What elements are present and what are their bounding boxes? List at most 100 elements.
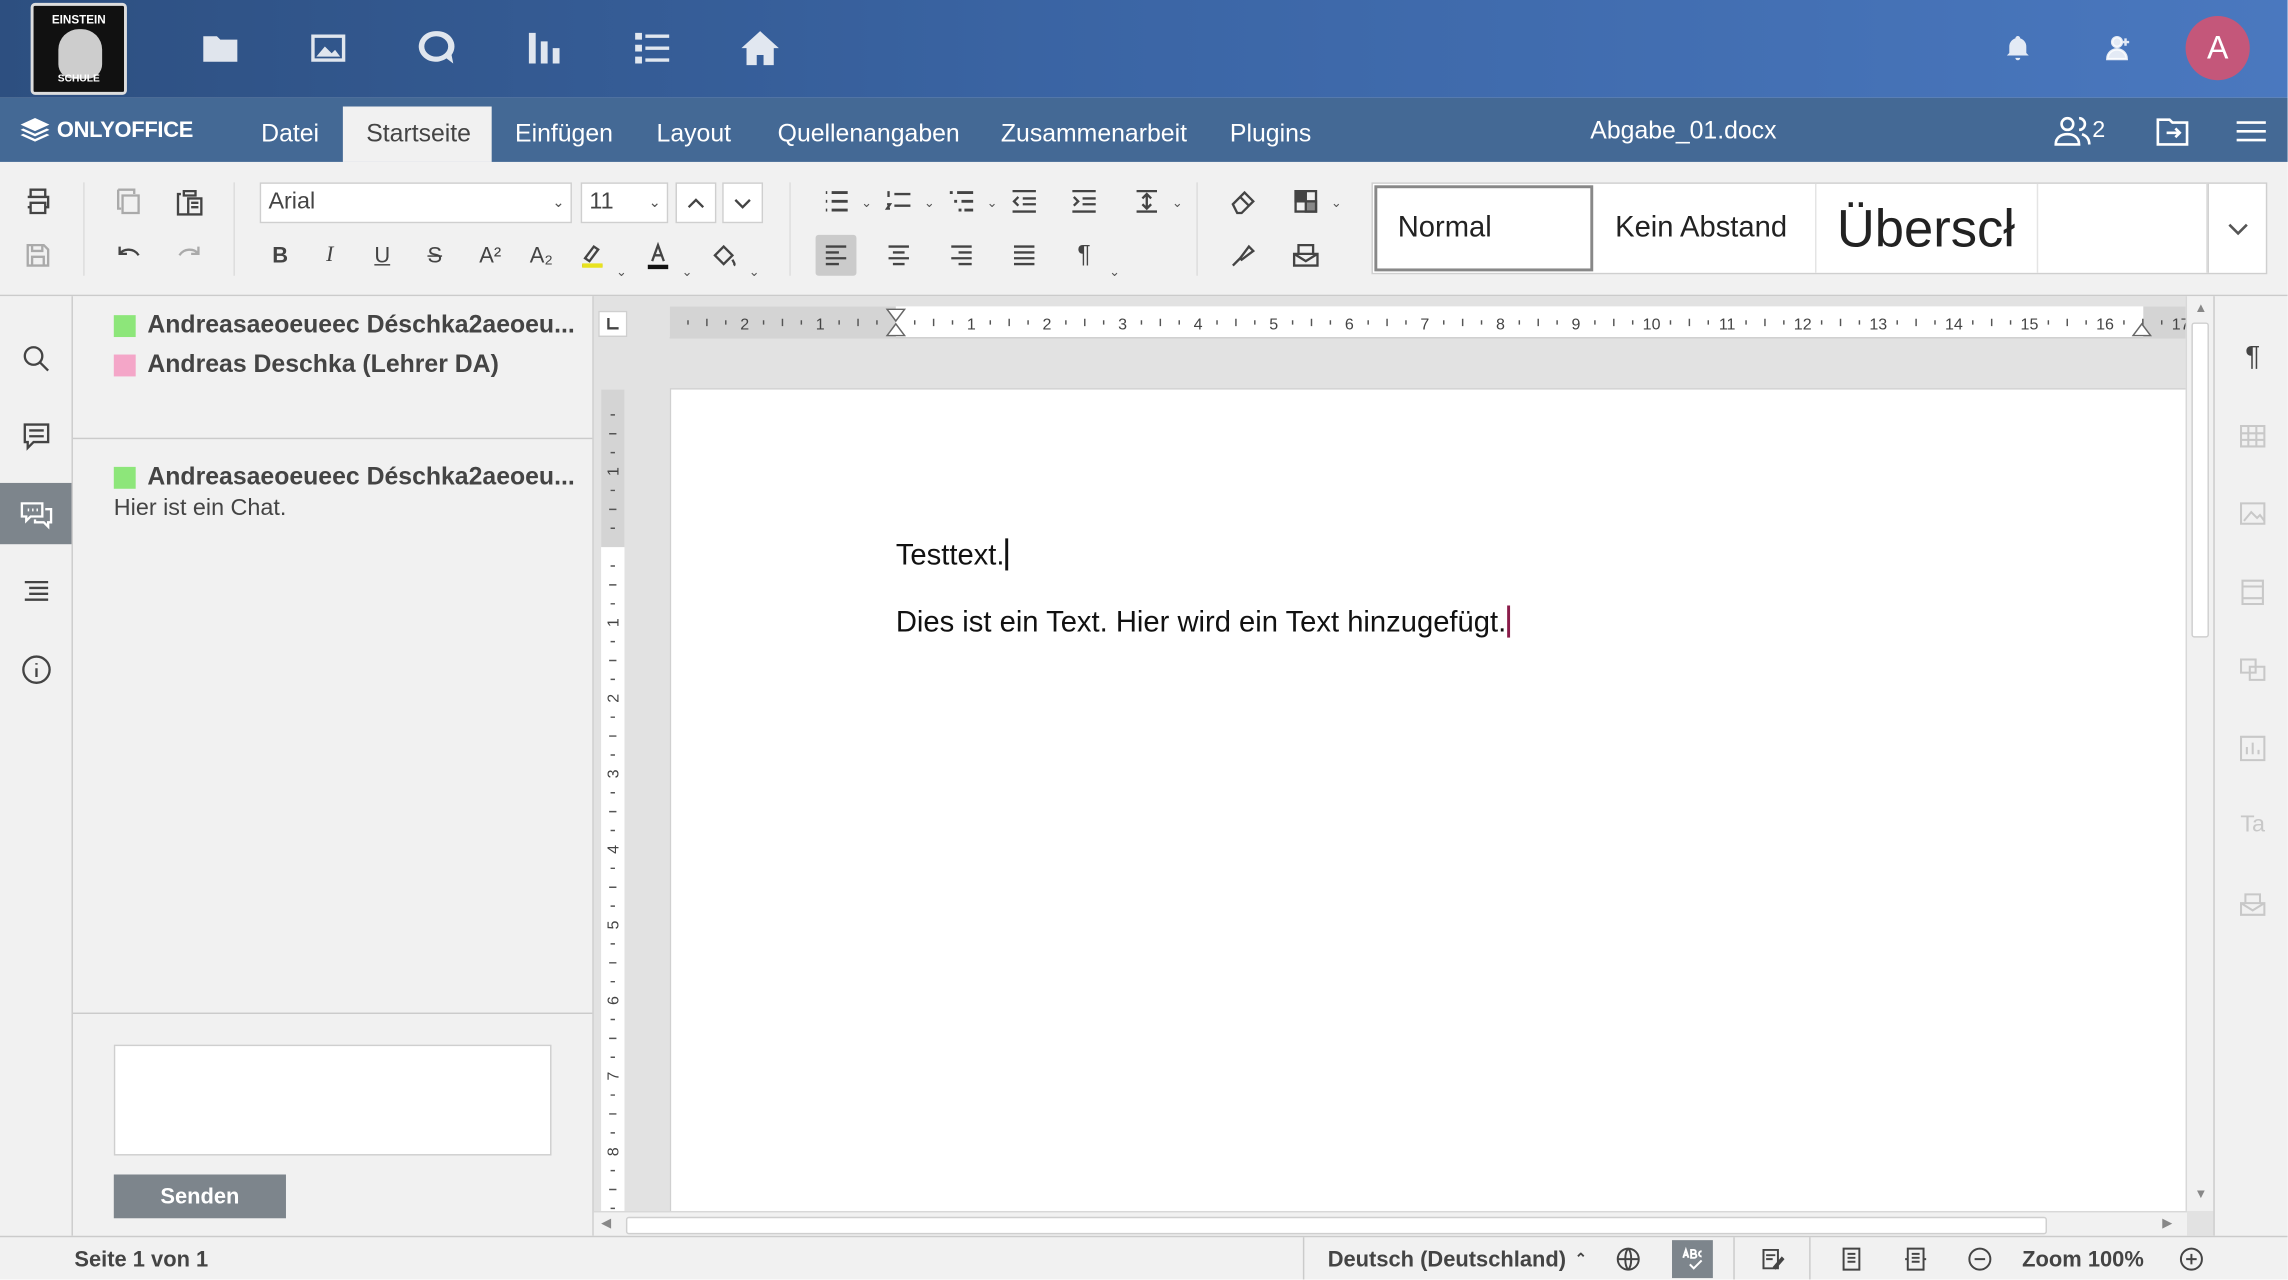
horizontal-ruler[interactable]: 211234567891011121314151617 [669, 306, 2188, 339]
tab-stop-selector[interactable] [598, 310, 628, 338]
highlight-color-button[interactable] [572, 235, 613, 276]
paragraph[interactable]: Dies ist ein Text. Hier wird ein Text hi… [896, 605, 1511, 640]
language-selector[interactable]: Deutsch (Deutschland) ⌃ [1328, 1237, 1587, 1279]
font-color-button[interactable] [638, 235, 679, 276]
tab-plugins[interactable]: Plugins [1207, 107, 1335, 162]
redo-button[interactable] [169, 235, 210, 276]
search-button[interactable] [0, 328, 71, 389]
align-right-button[interactable] [941, 235, 982, 276]
chevron-down-icon[interactable]: ⌄ [614, 263, 629, 279]
textart-settings-button[interactable]: Ta [2229, 802, 2276, 849]
bold-button[interactable]: B [260, 235, 301, 276]
style-empty-slot[interactable] [2038, 183, 2208, 273]
decrease-indent-button[interactable] [1004, 181, 1045, 222]
chevron-down-icon[interactable]: ⌄ [1107, 263, 1122, 279]
color-scheme-button[interactable] [1285, 181, 1326, 222]
clear-style-button[interactable] [1223, 181, 1264, 222]
bar-chart-icon[interactable] [522, 25, 566, 72]
style-kein-abstand[interactable]: Kein Abstand [1595, 183, 1817, 273]
paste-button[interactable] [169, 181, 210, 222]
spellcheck-toggle[interactable] [1672, 1240, 1713, 1279]
user-avatar[interactable]: A [2185, 16, 2250, 81]
print-button[interactable] [18, 181, 59, 222]
scroll-left-arrow-icon[interactable]: ◀ [601, 1215, 611, 1231]
style-gallery-expand-button[interactable] [2207, 183, 2265, 273]
align-left-button[interactable] [815, 234, 857, 276]
justify-button[interactable] [1004, 235, 1045, 276]
chevron-down-icon[interactable]: ⌄ [680, 263, 695, 279]
bell-icon[interactable] [1994, 25, 2041, 72]
font-family-select[interactable]: Arial ⌄ [259, 182, 572, 224]
paragraph[interactable]: Testtext. [896, 538, 1009, 573]
tab-startseite[interactable]: Startseite [342, 106, 492, 162]
chevron-down-icon[interactable]: ⌄ [922, 195, 937, 211]
scroll-thumb[interactable] [2191, 322, 2209, 638]
send-button[interactable]: Senden [113, 1174, 286, 1219]
tab-einfuegen[interactable]: Einfügen [492, 107, 637, 162]
page-info[interactable]: Seite 1 von 1 [74, 1237, 208, 1279]
numbered-list-button[interactable] [878, 181, 919, 222]
chevron-down-icon[interactable]: ⌄ [747, 263, 762, 279]
document-page[interactable]: Testtext. Dies ist ein Text. Hier wird e… [669, 388, 2188, 1235]
zoom-in-button[interactable] [2174, 1243, 2209, 1275]
mail-merge-settings-button[interactable] [2229, 881, 2276, 928]
chart-settings-button[interactable] [2229, 725, 2276, 772]
chevron-down-icon[interactable]: ⌄ [1170, 195, 1185, 211]
chevron-down-icon[interactable]: ⌄ [985, 195, 1000, 211]
document-language-button[interactable] [1611, 1243, 1646, 1275]
school-logo[interactable]: EINSTEIN SCHULE [30, 2, 127, 95]
scroll-up-arrow-icon[interactable]: ▲ [2194, 301, 2207, 316]
increase-font-button[interactable] [675, 182, 717, 224]
scroll-down-arrow-icon[interactable]: ▼ [2194, 1186, 2207, 1201]
chevron-down-icon[interactable]: ⌄ [1329, 195, 1344, 211]
table-settings-button[interactable] [2229, 413, 2276, 460]
shape-settings-button[interactable] [2229, 646, 2276, 693]
tab-zusammenarbeit[interactable]: Zusammenarbeit [978, 107, 1211, 162]
image-settings-button[interactable] [2229, 490, 2276, 537]
mail-merge-button[interactable] [1285, 235, 1326, 276]
undo-button[interactable] [108, 235, 149, 276]
scroll-thumb[interactable] [625, 1216, 2047, 1235]
about-button[interactable] [0, 639, 71, 700]
paragraph-marks-button[interactable]: ¶ [1064, 235, 1105, 276]
underline-button[interactable]: U [362, 235, 403, 276]
increase-indent-button[interactable] [1064, 181, 1105, 222]
subscript-button[interactable]: A₂ [521, 235, 562, 276]
list-icon[interactable] [630, 25, 674, 72]
fit-width-button[interactable] [1898, 1243, 1933, 1275]
right-indent-marker[interactable] [2131, 322, 2153, 337]
vertical-ruler[interactable]: 1 1 2 3 4 5 6 7 8 [601, 389, 625, 1236]
indent-marker[interactable] [885, 308, 907, 337]
contacts-icon[interactable] [2094, 25, 2141, 72]
font-size-select[interactable]: 11 ⌄ [580, 182, 669, 224]
save-button[interactable] [18, 235, 59, 276]
tab-datei[interactable]: Datei [238, 107, 343, 162]
chevron-down-icon[interactable]: ⌄ [859, 195, 874, 211]
copy-button[interactable] [108, 181, 149, 222]
strikethrough-button[interactable]: S [414, 235, 455, 276]
zoom-out-button[interactable] [1962, 1243, 1997, 1275]
header-footer-settings-button[interactable] [2229, 569, 2276, 616]
copy-style-button[interactable] [1223, 235, 1264, 276]
horizontal-scrollbar[interactable]: ◀ ▶ [593, 1210, 2188, 1236]
superscript-button[interactable]: A² [470, 235, 511, 276]
style-ueberschrift[interactable]: Überscł [1816, 183, 2039, 273]
navigation-button[interactable] [0, 560, 71, 621]
bullet-list-button[interactable] [816, 181, 857, 222]
tab-layout[interactable]: Layout [633, 107, 754, 162]
vertical-scrollbar[interactable]: ▼ ▲ [2185, 296, 2214, 1211]
paragraph-settings-button[interactable]: ¶ [2229, 334, 2276, 381]
decrease-font-button[interactable] [722, 182, 764, 224]
italic-button[interactable]: I [309, 235, 350, 276]
track-changes-button[interactable] [1755, 1243, 1790, 1275]
align-center-button[interactable] [878, 235, 919, 276]
tab-quellenangaben[interactable]: Quellenangaben [754, 107, 983, 162]
style-normal[interactable]: Normal [1374, 185, 1594, 272]
image-icon[interactable] [306, 25, 350, 72]
zoom-level[interactable]: Zoom 100% [2022, 1237, 2144, 1279]
chat-button[interactable] [0, 482, 72, 545]
home-icon[interactable] [738, 25, 782, 72]
co-editing-users-button[interactable]: 2 [2054, 112, 2105, 150]
chat-bubble-icon[interactable] [414, 25, 458, 72]
multilevel-list-button[interactable] [941, 181, 982, 222]
